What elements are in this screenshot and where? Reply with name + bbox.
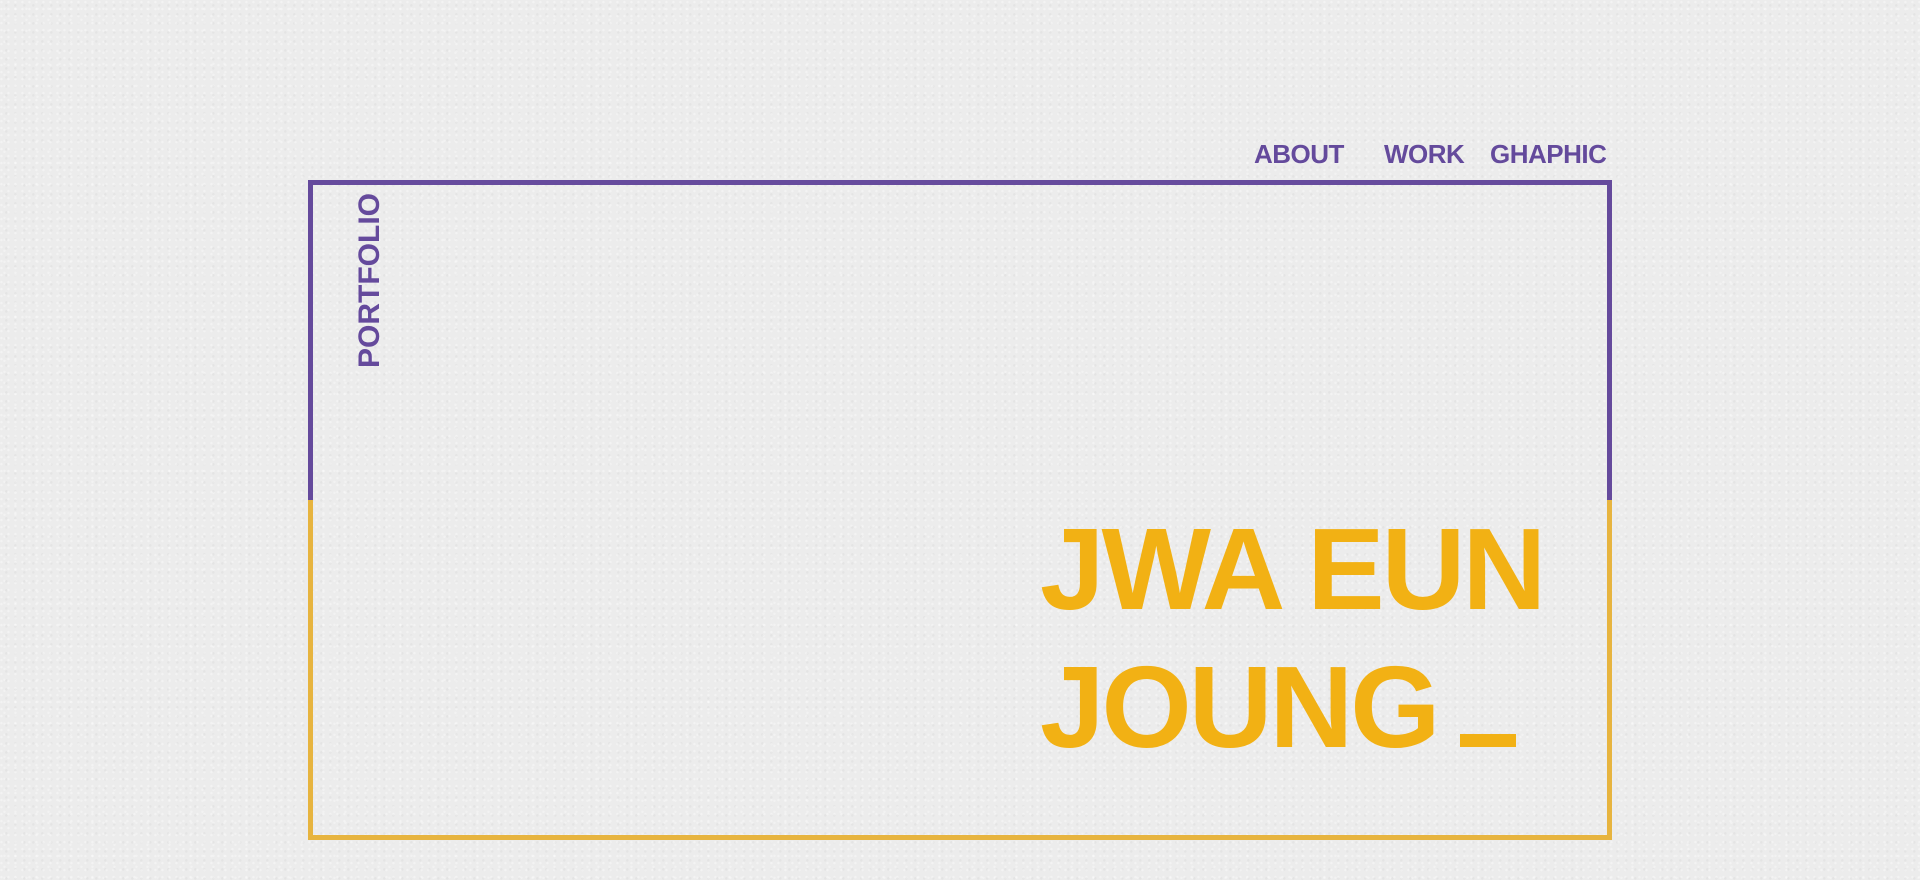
hero-name-title: JWA EUN JOUNG — [1040, 500, 1580, 772]
nav-link-graphic[interactable]: GHAPHIC — [1490, 136, 1607, 172]
nav-link-about[interactable]: ABOUT — [1254, 136, 1344, 172]
hero-name-line1: JWA EUN — [1040, 504, 1546, 634]
top-navigation: ABOUT WORK GHAPHIC — [1240, 136, 1612, 172]
hero-name-line2: JOUNG — [1040, 638, 1580, 776]
portfolio-label-text: PORTFOLIO — [353, 193, 386, 368]
portfolio-label: PORTFOLIO — [350, 188, 390, 368]
cursor-underscore-icon — [1459, 734, 1516, 747]
hero-name-line2-text: JOUNG — [1040, 642, 1441, 772]
frame-border-top-purple — [308, 180, 1612, 500]
nav-link-work[interactable]: WORK — [1384, 136, 1465, 172]
